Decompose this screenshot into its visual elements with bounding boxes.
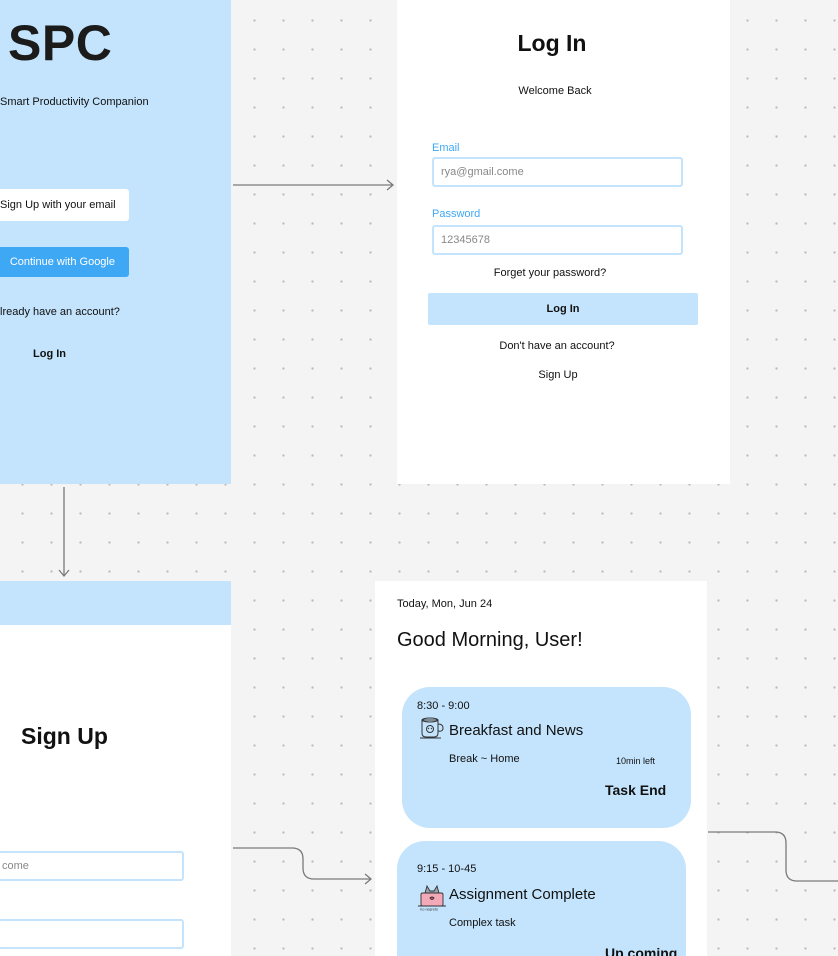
email-field[interactable] <box>432 157 683 187</box>
time-left-badge: 10min left <box>616 756 656 766</box>
task-time: 8:30 - 9:00 <box>417 700 470 712</box>
task-subtitle: Complex task <box>449 917 516 929</box>
signup-link[interactable]: Sign Up <box>397 369 719 381</box>
dashboard-screen: Today, Mon, Jun 24 Good Morning, User! 8… <box>375 581 707 956</box>
login-screen: Log In Welcome Back Email Password Forge… <box>397 0 730 484</box>
continue-google-button[interactable]: Continue with Google <box>0 247 129 277</box>
email-label: Email <box>432 142 460 154</box>
signup-screen: Sign Up <box>0 625 231 956</box>
app-tagline: Smart Productivity Companion <box>0 96 149 108</box>
task-time: 9:15 - 10-45 <box>417 863 477 875</box>
task-subtitle: Break ~ Home <box>449 753 520 765</box>
password-field[interactable] <box>432 225 683 255</box>
svg-text:no regrets: no regrets <box>420 907 438 912</box>
task-title: Assignment Complete <box>449 886 596 903</box>
greeting: Good Morning, User! <box>397 629 583 651</box>
no-account-text: Don't have an account? <box>499 340 615 352</box>
task-status: Up coming <box>605 945 678 956</box>
already-account-text: lready have an account? <box>0 306 120 318</box>
signup-email-button[interactable]: Sign Up with your email <box>0 189 129 221</box>
task-card[interactable]: 9:15 - 10-45 no regrets Assignment Compl… <box>397 841 686 956</box>
splash-login-link[interactable]: Log In <box>33 348 66 360</box>
today-date: Today, Mon, Jun 24 <box>397 598 493 610</box>
arrow-dashboard-out <box>708 831 838 882</box>
app-logo: SPC <box>8 15 113 71</box>
cat-laptop-icon: no regrets <box>417 883 447 916</box>
arrow-splash-to-login-head <box>386 179 395 191</box>
signup-password-field[interactable] <box>0 919 184 949</box>
password-label: Password <box>432 208 481 220</box>
task-title: Breakfast and News <box>449 722 584 739</box>
login-button[interactable]: Log In <box>428 293 698 325</box>
task-status: Task End <box>605 782 667 798</box>
signup-email-field[interactable] <box>0 851 184 881</box>
coffee-cup-icon <box>419 716 445 745</box>
arrow-signup-to-dashboard-head <box>364 873 373 885</box>
arrow-signup-to-dashboard <box>233 847 371 880</box>
signup-title: Sign Up <box>21 723 108 749</box>
splash-screen: SPC Smart Productivity Companion Sign Up… <box>0 0 231 484</box>
forgot-password-link[interactable]: Forget your password? <box>397 267 703 279</box>
signup-header-bar <box>0 581 231 625</box>
login-subtitle: Welcome Back <box>518 85 592 97</box>
arrow-splash-to-signup-head <box>58 569 70 578</box>
login-title: Log In <box>517 30 587 56</box>
task-card[interactable]: 8:30 - 9:00 Breakfast and News Break ~ H… <box>402 687 691 828</box>
